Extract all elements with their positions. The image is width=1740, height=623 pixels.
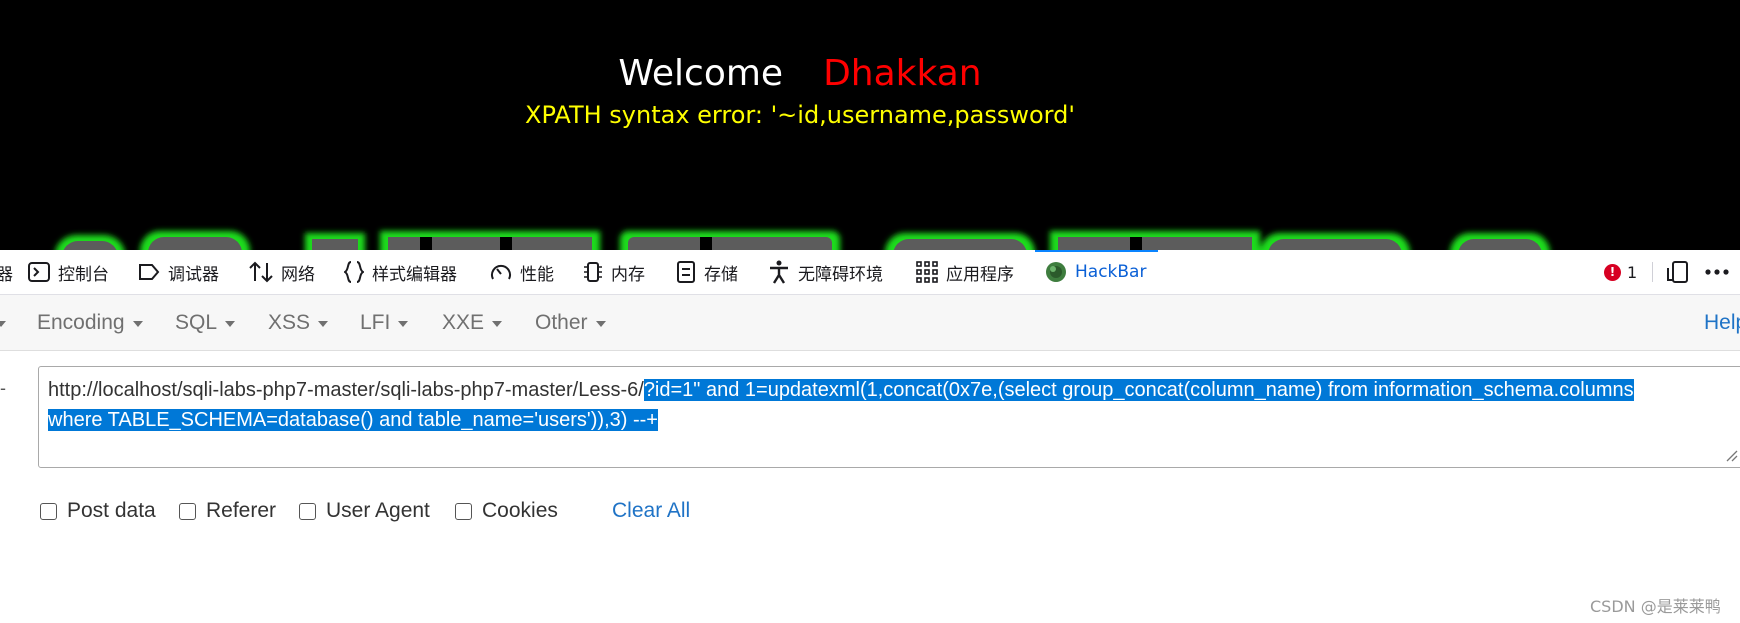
chevron-down-icon [595,320,606,327]
tab-label: HackBar [1075,262,1147,282]
tab-memory[interactable]: 内存 [583,250,645,294]
menu-label: Encoding [37,310,125,334]
menu-label: XSS [268,310,311,334]
chevron-down-icon [225,320,236,327]
menu-xss[interactable]: XSS [268,295,329,350]
network-icon [249,261,273,283]
error-count: 1 [1627,262,1638,282]
user-agent-option[interactable]: User Agent [299,497,430,525]
clear-all-link[interactable]: Clear All [612,497,690,525]
menu-label: Other [535,310,588,334]
tab-label: 控制台 [58,264,109,285]
user-agent-checkbox[interactable] [299,502,316,520]
url-input[interactable]: http://localhost/sqli-labs-php7-master/s… [38,366,1740,468]
menu-lfi[interactable]: LFI [360,295,409,350]
more-options-button[interactable] [1704,250,1730,294]
referer-checkbox[interactable] [179,502,196,520]
url-text: http://localhost/sqli-labs-php7-master/s… [48,379,644,401]
chevron-down-icon [318,320,329,327]
style-editor-icon [344,261,364,283]
error-icon: ! [1604,263,1621,281]
referer-option[interactable]: Referer [179,497,276,525]
welcome-line: Welcome Dhakkan [0,52,1600,96]
post-data-option[interactable]: Post data [40,497,156,525]
hackbar-menu: Encoding SQL XSS LFI XXE Other Help [0,295,1740,351]
devtools-toolbar: 器 控制台 调试器 网络 样式编辑器 性能 内存 存储 无障碍环境 应用程序 H [0,250,1740,295]
banner-logo [55,231,1550,250]
cookies-checkbox[interactable] [455,502,472,520]
menu-label: LFI [360,310,391,334]
menu-xxe[interactable]: XXE [442,295,503,350]
url-selected-text: where TABLE_SCHEMA=database() and table_… [48,409,658,431]
cookies-option[interactable]: Cookies [455,497,558,525]
tab-accessibility[interactable]: 无障碍环境 [768,250,883,294]
xpath-error-message: XPATH syntax error: '~id,username,passwo… [525,101,1075,129]
storage-icon [677,261,695,283]
more-options-icon [1705,269,1729,275]
menu-label: XXE [442,310,485,334]
tab-label: 应用程序 [946,264,1014,285]
tab-performance[interactable]: 性能 [490,250,554,294]
gutter-mark: - [0,378,6,398]
accessibility-icon [770,260,788,284]
option-label: Post data [67,499,156,522]
hackbar-icon [1046,262,1066,282]
menu-sql[interactable]: SQL [175,295,236,350]
tab-label: 调试器 [168,264,219,285]
url-selected-text: ?id=1" and 1=updatexml(1,concat(0x7e,(se… [643,379,1634,401]
chevron-down-icon [398,320,409,327]
tab-label: 性能 [520,264,554,285]
option-label: User Agent [326,499,430,522]
resize-grip-icon[interactable] [1724,448,1738,462]
responsive-design-button[interactable] [1666,250,1690,294]
tab-network[interactable]: 网络 [249,250,315,294]
responsive-design-icon [1667,261,1688,283]
help-link[interactable]: Help [1704,295,1740,350]
tab-hackbar[interactable]: HackBar [1034,250,1159,294]
tab-label: 存储 [704,264,738,285]
tab-debugger[interactable]: 调试器 [138,250,219,294]
post-data-checkbox[interactable] [40,502,57,520]
menu-other[interactable]: Other [535,295,606,350]
tab-label: 无障碍环境 [798,264,883,285]
menu-label: SQL [175,310,218,334]
application-icon [916,261,938,283]
chevron-down-icon [132,320,143,327]
page-content: Welcome Dhakkan XPATH syntax error: '~id,… [0,0,1740,250]
tab-style-editor[interactable]: 样式编辑器 [344,250,457,294]
menu-truncated-dropdown[interactable] [0,295,6,350]
toolbar-divider [1652,262,1653,282]
watermark: CSDN @是莱莱鸭 [1590,597,1721,616]
tab-label: 样式编辑器 [372,264,457,285]
tab-label: 内存 [611,264,645,285]
console-icon [28,262,50,282]
welcome-label: Welcome [618,53,784,94]
menu-encoding[interactable]: Encoding [37,295,143,350]
chevron-down-icon [492,320,503,327]
tab-inspector-truncated[interactable]: 器 [0,250,13,294]
tab-label: 网络 [281,264,315,285]
option-label: Referer [206,499,277,522]
option-label: Cookies [482,499,558,522]
error-count-badge[interactable]: ! 1 [1604,250,1637,294]
tab-label: 器 [0,264,13,285]
memory-icon [584,262,602,282]
performance-icon [491,264,511,280]
tab-application[interactable]: 应用程序 [916,250,1014,294]
debugger-icon [139,264,160,280]
tab-storage[interactable]: 存储 [676,250,738,294]
chevron-down-icon [0,320,6,327]
user-name: Dhakkan [823,53,982,94]
tab-console[interactable]: 控制台 [28,250,109,294]
